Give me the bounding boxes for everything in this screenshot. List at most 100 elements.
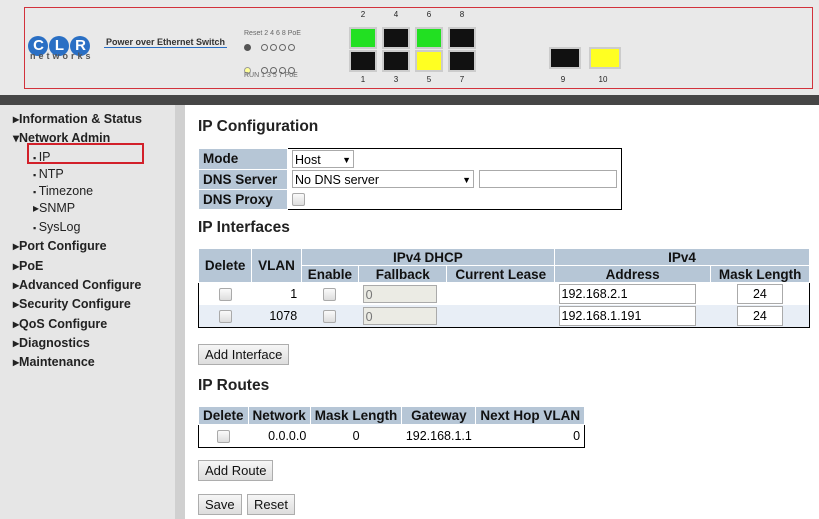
dns-server-label: DNS Server: [198, 168, 288, 190]
nexthop: 0: [573, 429, 581, 443]
sidebar-item-diagnostics[interactable]: ▸Diagnostics: [13, 336, 90, 350]
fallback-input[interactable]: 0: [362, 285, 437, 303]
brand-sub: networks: [30, 51, 94, 61]
port-label: 2: [360, 10, 366, 19]
mode-label: Mode: [198, 148, 288, 170]
sidebar-item-poe[interactable]: ▸PoE: [13, 259, 43, 273]
table-row: 1 0 192.168.2.1 24: [199, 283, 810, 306]
nav-label: Port Configure: [19, 239, 107, 253]
sidebar-item-snmp[interactable]: ▸SNMP: [33, 201, 75, 215]
port-7-icon[interactable]: [448, 50, 476, 72]
dhcp-enable-checkbox[interactable]: [323, 310, 337, 324]
port-label: 4: [393, 10, 399, 19]
dns-server-select[interactable]: No DNS server ▼: [292, 170, 474, 188]
delete-checkbox[interactable]: [218, 288, 232, 302]
chevron-down-icon: ▼: [342, 155, 351, 165]
nav-label: Security Configure: [19, 297, 131, 311]
gateway: 192.168.1.1: [405, 429, 472, 443]
sidebar-item-timezone[interactable]: ▪ Timezone: [33, 184, 93, 198]
leds-top: [244, 39, 297, 54]
led-bottom-labels: RUN 1 3 5 7 PoE: [244, 72, 298, 79]
mask-length-input[interactable]: 24: [736, 306, 783, 326]
nav-label: SysLog: [38, 220, 81, 234]
sidebar-item-information-status[interactable]: ▸Information & Status: [13, 112, 142, 126]
col-lease: Current Lease: [446, 265, 556, 283]
nav-label: SNMP: [39, 201, 76, 215]
port-label: 1: [360, 75, 366, 84]
port-label: 5: [426, 75, 432, 84]
sidebar-item-syslog[interactable]: ▪ SysLog: [33, 220, 80, 234]
col-dhcp: IPv4 DHCP: [300, 248, 556, 266]
nav-label: Maintenance: [19, 355, 95, 369]
col-network: Network: [247, 406, 311, 425]
mask: 0: [352, 429, 360, 443]
sidebar-gutter: [175, 105, 185, 519]
port-1-icon[interactable]: [349, 50, 377, 72]
nav-label: Diagnostics: [19, 336, 90, 350]
col-mask: Mask Length: [710, 265, 810, 283]
nav-label: QoS Configure: [19, 317, 108, 331]
current-lease: [447, 305, 555, 328]
mode-select[interactable]: Host ▼: [292, 150, 354, 168]
address-input[interactable]: 192.168.2.1: [558, 284, 696, 304]
add-route-button[interactable]: Add Route: [198, 460, 274, 481]
dns-proxy-label: DNS Proxy: [198, 188, 288, 210]
sidebar-item-advanced-configure[interactable]: ▸Advanced Configure: [13, 278, 141, 292]
port-5-icon[interactable]: [415, 50, 443, 72]
nav-label: PoE: [19, 259, 44, 273]
sidebar-item-qos-configure[interactable]: ▸QoS Configure: [13, 317, 107, 331]
sidebar-item-ntp[interactable]: ▪ NTP: [33, 167, 64, 181]
col-vlan: VLAN: [251, 248, 302, 283]
col-mask: Mask Length: [309, 406, 403, 425]
nav-label: Information & Status: [19, 112, 142, 126]
vlan: 1: [290, 287, 298, 301]
ip-config-table: Mode Host ▼ DNS Server No DNS server ▼ DNS…: [198, 148, 623, 210]
col-ipv4: IPv4: [554, 248, 810, 266]
table-row: 0.0.0.0 0 192.168.1.1 0: [199, 425, 585, 448]
save-button[interactable]: Save: [198, 494, 242, 515]
port-8-icon[interactable]: [448, 27, 476, 49]
port-label: 6: [426, 10, 432, 19]
reset-button[interactable]: Reset: [247, 494, 295, 515]
col-nexthop: Next Hop VLAN: [475, 406, 586, 425]
led-top-labels: Reset 2 4 6 8 PoE: [244, 30, 301, 37]
port-label: 9: [560, 75, 566, 84]
selected-highlight: [27, 143, 144, 164]
ip-routes-title: IP Routes: [198, 377, 270, 394]
current-lease: [447, 283, 555, 306]
network: 0.0.0.0: [268, 429, 307, 443]
col-gateway: Gateway: [401, 406, 477, 425]
port-3-icon[interactable]: [382, 50, 410, 72]
table-row: 1078 0 192.168.1.191 24: [198, 305, 810, 328]
ip-config-title: IP Configuration: [198, 118, 319, 135]
dhcp-enable-checkbox[interactable]: [323, 288, 337, 302]
port-label: 7: [459, 75, 465, 84]
address-input[interactable]: 192.168.1.191: [558, 306, 696, 326]
delete-checkbox[interactable]: [217, 430, 231, 444]
fallback-input[interactable]: 0: [362, 307, 437, 325]
reset-led-icon: [244, 44, 251, 51]
port-4-icon[interactable]: [382, 27, 410, 49]
port-10-icon[interactable]: [589, 47, 621, 69]
add-interface-button[interactable]: Add Interface: [198, 344, 290, 365]
header-divider: [0, 95, 819, 105]
col-address: Address: [554, 265, 712, 283]
port-label: 3: [393, 75, 399, 84]
nav-label: NTP: [38, 167, 64, 181]
port-label: 8: [459, 10, 465, 19]
sidebar-item-maintenance[interactable]: ▸Maintenance: [13, 355, 95, 369]
sidebar: [0, 105, 175, 519]
port-9-icon[interactable]: [549, 47, 581, 69]
dns-server-input[interactable]: [479, 170, 618, 188]
port-label: 10: [598, 75, 608, 84]
mask-length-input[interactable]: 24: [736, 284, 783, 304]
ip-routes-table: Delete Network Mask Length Gateway Next Hop …: [198, 406, 586, 448]
sidebar-item-port-configure[interactable]: ▸Port Configure: [13, 239, 107, 253]
delete-checkbox[interactable]: [218, 310, 232, 324]
ip-interfaces-title: IP Interfaces: [198, 219, 290, 236]
port-6-icon[interactable]: [415, 27, 443, 49]
sidebar-item-security-configure[interactable]: ▸Security Configure: [13, 297, 131, 311]
chevron-down-icon: ▼: [462, 175, 471, 185]
port-2-icon[interactable]: [349, 27, 377, 49]
dns-proxy-checkbox[interactable]: [292, 193, 305, 207]
